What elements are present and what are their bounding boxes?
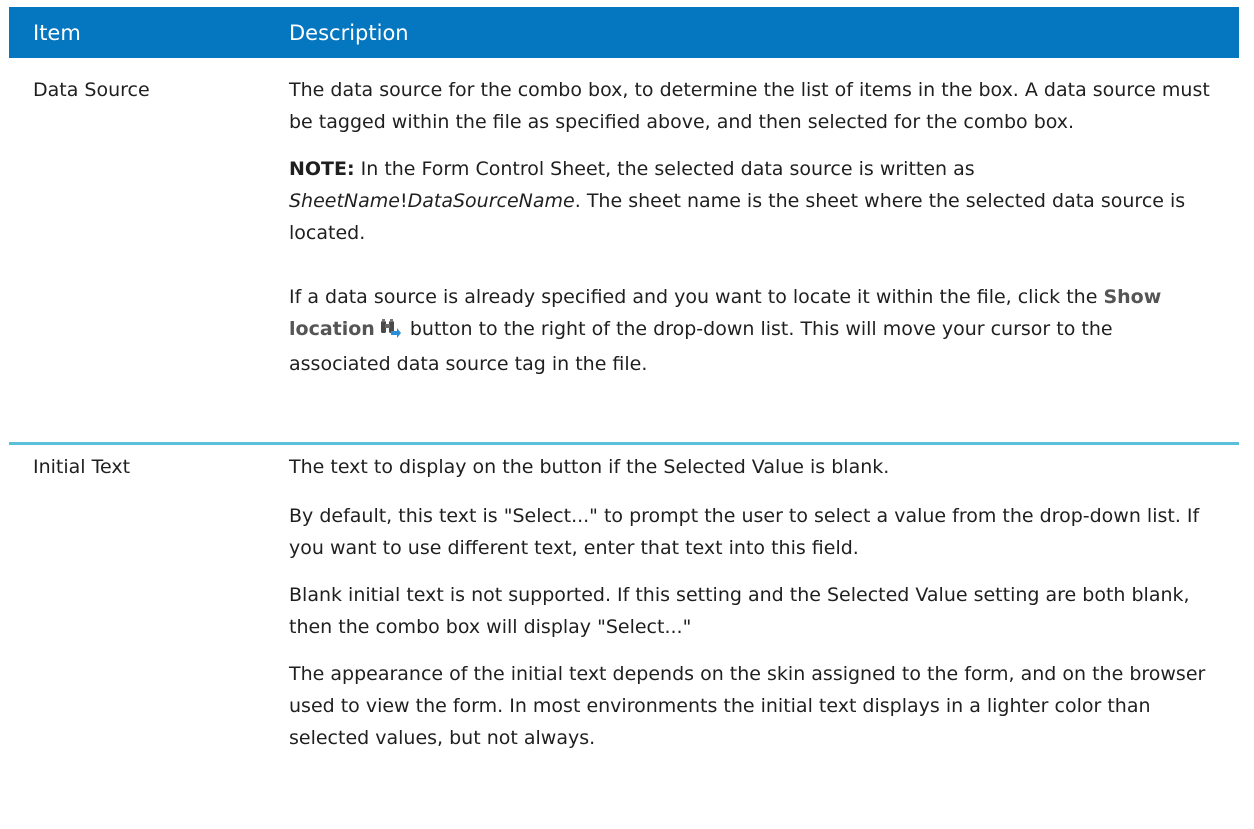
item-name: Data Source (33, 79, 150, 101)
header-description: Description (289, 20, 409, 45)
properties-table: Item Description Data Source The data so… (9, 7, 1239, 825)
paragraph: The appearance of the initial text depen… (289, 663, 1206, 749)
item-name: Initial Text (33, 456, 131, 478)
data-source-name-term: DataSourceName (407, 190, 575, 212)
sheet-name-term: SheetName (289, 190, 400, 212)
paragraph: The text to display on the button if the… (289, 456, 890, 478)
note-text: In the Form Control Sheet, the selected … (354, 158, 975, 180)
paragraph: The data source for the combo box, to de… (289, 79, 1210, 133)
paragraph: By default, this text is "Select..." to … (289, 505, 1200, 559)
item-description: The text to display on the button if the… (289, 445, 1239, 825)
item-description: The data source for the combo box, to de… (289, 58, 1239, 442)
table-row: Initial Text The text to display on the … (9, 445, 1239, 825)
bang-char: ! (400, 190, 408, 212)
note-label: NOTE: (289, 158, 355, 180)
note-paragraph: NOTE: In the Form Control Sheet, the sel… (289, 153, 1215, 249)
text: If a data source is already specified an… (289, 286, 1104, 308)
table-row: Data Source The data source for the comb… (9, 58, 1239, 445)
paragraph: Blank initial text is not supported. If … (289, 584, 1190, 638)
paragraph: If a data source is already specified an… (289, 281, 1215, 380)
text-end: button to the right of the drop-down lis… (289, 318, 1113, 375)
header-item: Item (33, 20, 81, 45)
binoculars-icon (379, 316, 401, 348)
table-header: Item Description (9, 7, 1239, 58)
